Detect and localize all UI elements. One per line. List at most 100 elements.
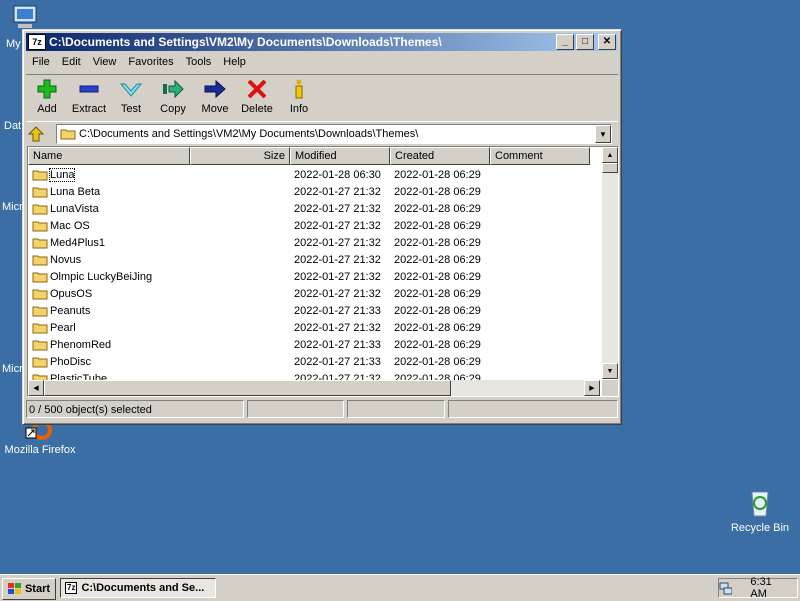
delete-button[interactable]: Delete [236, 75, 278, 121]
modified-cell: 2022-01-27 21:32 [294, 253, 381, 266]
table-row[interactable]: Novus 2022-01-27 21:32 2022-01-28 06:29 [28, 251, 600, 268]
status-panel-2 [246, 400, 345, 418]
clock[interactable]: 6:31 AM [750, 576, 789, 600]
table-row[interactable]: Luna 2022-01-28 06:30 2022-01-28 06:29 [28, 166, 600, 183]
table-row[interactable]: LunaVista 2022-01-27 21:32 2022-01-28 06:2… [28, 200, 600, 217]
name-cell: PhenomRed [28, 339, 190, 351]
chevron-down-icon[interactable]: ▼ [595, 125, 611, 143]
menu-favorites[interactable]: Favorites [122, 56, 179, 68]
table-row[interactable]: Peanuts 2022-01-27 21:33 2022-01-28 06:29 [28, 302, 600, 319]
file-manager-window: 7z C:\Documents and Settings\VM2\My Docu… [22, 29, 622, 425]
minimize-button[interactable]: _ [556, 34, 574, 50]
move-button[interactable]: Move [194, 75, 236, 121]
info-icon [278, 78, 320, 100]
address-input[interactable]: C:\Documents and Settings\VM2\My Documen… [79, 128, 595, 140]
desktop-label-micr-2: Micr [2, 363, 23, 375]
taskbar-item-label: C:\Documents and Se... [81, 582, 205, 594]
folder-icon [32, 289, 48, 299]
extract-icon [68, 78, 110, 100]
column-header-modified[interactable]: Modified [290, 147, 390, 165]
file-name: Luna Beta [50, 185, 101, 198]
menu-file[interactable]: File [26, 56, 56, 68]
scroll-right-button[interactable]: ▶ [584, 380, 600, 396]
up-folder-button[interactable] [26, 124, 46, 144]
add-icon [26, 78, 68, 100]
menu-edit[interactable]: Edit [56, 56, 87, 68]
table-row[interactable]: PhoDisc 2022-01-27 21:33 2022-01-28 06:29 [28, 353, 600, 370]
file-name: Peanuts [50, 304, 91, 317]
folder-icon [32, 323, 48, 333]
table-row[interactable]: Olmpic LuckyBeiJing 2022-01-27 21:32 2022-… [28, 268, 600, 285]
start-label: Start [24, 583, 51, 595]
scroll-down-button[interactable]: ▼ [602, 363, 618, 379]
start-button[interactable]: Start [2, 578, 56, 600]
created-cell: 2022-01-28 06:29 [394, 219, 481, 232]
name-cell: Mac OS [28, 220, 190, 232]
table-row[interactable]: Pearl 2022-01-27 21:32 2022-01-28 06:29 [28, 319, 600, 336]
delete-label: Delete [241, 103, 273, 115]
name-cell: Olmpic LuckyBeiJing [28, 271, 190, 283]
taskbar: Start 7z C:\Documents and Se... 6:31 AM [0, 574, 800, 601]
name-cell: Luna [28, 167, 190, 182]
menu-tools[interactable]: Tools [180, 56, 218, 68]
name-cell: Pearl [28, 322, 190, 334]
toolbar: Add Extract Test Copy Move Delete Info [26, 74, 618, 122]
status-panel-4 [448, 400, 618, 418]
extract-button[interactable]: Extract [68, 75, 110, 121]
desktop-label-micr-1: Micr [2, 201, 23, 213]
modified-cell: 2022-01-27 21:33 [294, 355, 381, 368]
taskbar-item-file-manager[interactable]: 7z C:\Documents and Se... [60, 578, 216, 598]
7zip-task-icon: 7z [65, 582, 78, 594]
vertical-scroll-thumb[interactable] [602, 163, 618, 173]
menu-view[interactable]: View [87, 56, 123, 68]
table-row[interactable]: Mac OS 2022-01-27 21:32 2022-01-28 06:29 [28, 217, 600, 234]
7zip-app-icon: 7z [28, 34, 46, 50]
add-button[interactable]: Add [26, 75, 68, 121]
scroll-corner [602, 380, 618, 396]
copy-icon [152, 78, 194, 100]
folder-icon [32, 221, 48, 231]
table-row[interactable]: Luna Beta 2022-01-27 21:32 2022-01-28 06:2… [28, 183, 600, 200]
name-cell: OpusOS [28, 288, 190, 300]
column-header-size[interactable]: Size [190, 147, 290, 165]
file-rows: Luna 2022-01-28 06:30 2022-01-28 06:29 Luna… [28, 166, 600, 382]
modified-cell: 2022-01-27 21:32 [294, 202, 381, 215]
table-row[interactable]: OpusOS 2022-01-27 21:32 2022-01-28 06:29 [28, 285, 600, 302]
scroll-left-button[interactable]: ◀ [28, 380, 44, 396]
modified-cell: 2022-01-27 21:33 [294, 304, 381, 317]
modified-cell: 2022-01-27 21:32 [294, 236, 381, 249]
folder-icon [32, 306, 48, 316]
windows-logo-icon [7, 583, 21, 594]
scroll-up-button[interactable]: ▲ [602, 147, 618, 163]
file-name: Olmpic LuckyBeiJing [50, 270, 153, 283]
up-arrow-icon [27, 126, 45, 142]
network-icon[interactable] [719, 581, 733, 595]
file-name: Med4Plus1 [50, 236, 106, 249]
horizontal-scrollbar[interactable]: ◀ ▶ [28, 380, 600, 396]
vertical-scrollbar[interactable]: ▲ ▼ [602, 147, 618, 379]
info-button[interactable]: Info [278, 75, 320, 121]
test-button[interactable]: Test [110, 75, 152, 121]
title-bar[interactable]: 7z C:\Documents and Settings\VM2\My Docu… [26, 33, 618, 51]
modified-cell: 2022-01-27 21:32 [294, 185, 381, 198]
folder-icon [32, 357, 48, 367]
column-header-created[interactable]: Created [390, 147, 490, 165]
status-panel-3 [347, 400, 446, 418]
info-label: Info [289, 103, 309, 115]
maximize-button[interactable]: □ [576, 34, 594, 50]
folder-icon [32, 204, 48, 214]
modified-cell: 2022-01-27 21:33 [294, 338, 381, 351]
close-button[interactable]: ✕ [598, 34, 616, 50]
column-header-comment[interactable]: Comment [490, 147, 590, 165]
name-cell: PhoDisc [28, 356, 190, 368]
created-cell: 2022-01-28 06:29 [394, 321, 481, 334]
folder-icon [32, 238, 48, 248]
column-header-name[interactable]: Name [28, 147, 190, 165]
table-row[interactable]: Med4Plus1 2022-01-27 21:32 2022-01-28 06:2… [28, 234, 600, 251]
copy-button[interactable]: Copy [152, 75, 194, 121]
table-row[interactable]: PhenomRed 2022-01-27 21:33 2022-01-28 06:2… [28, 336, 600, 353]
desktop-icon-recycle-bin[interactable]: Recycle Bin [726, 486, 794, 534]
horizontal-scroll-thumb[interactable] [44, 380, 451, 396]
address-combo[interactable]: C:\Documents and Settings\VM2\My Documen… [56, 124, 612, 144]
menu-help[interactable]: Help [217, 56, 252, 68]
